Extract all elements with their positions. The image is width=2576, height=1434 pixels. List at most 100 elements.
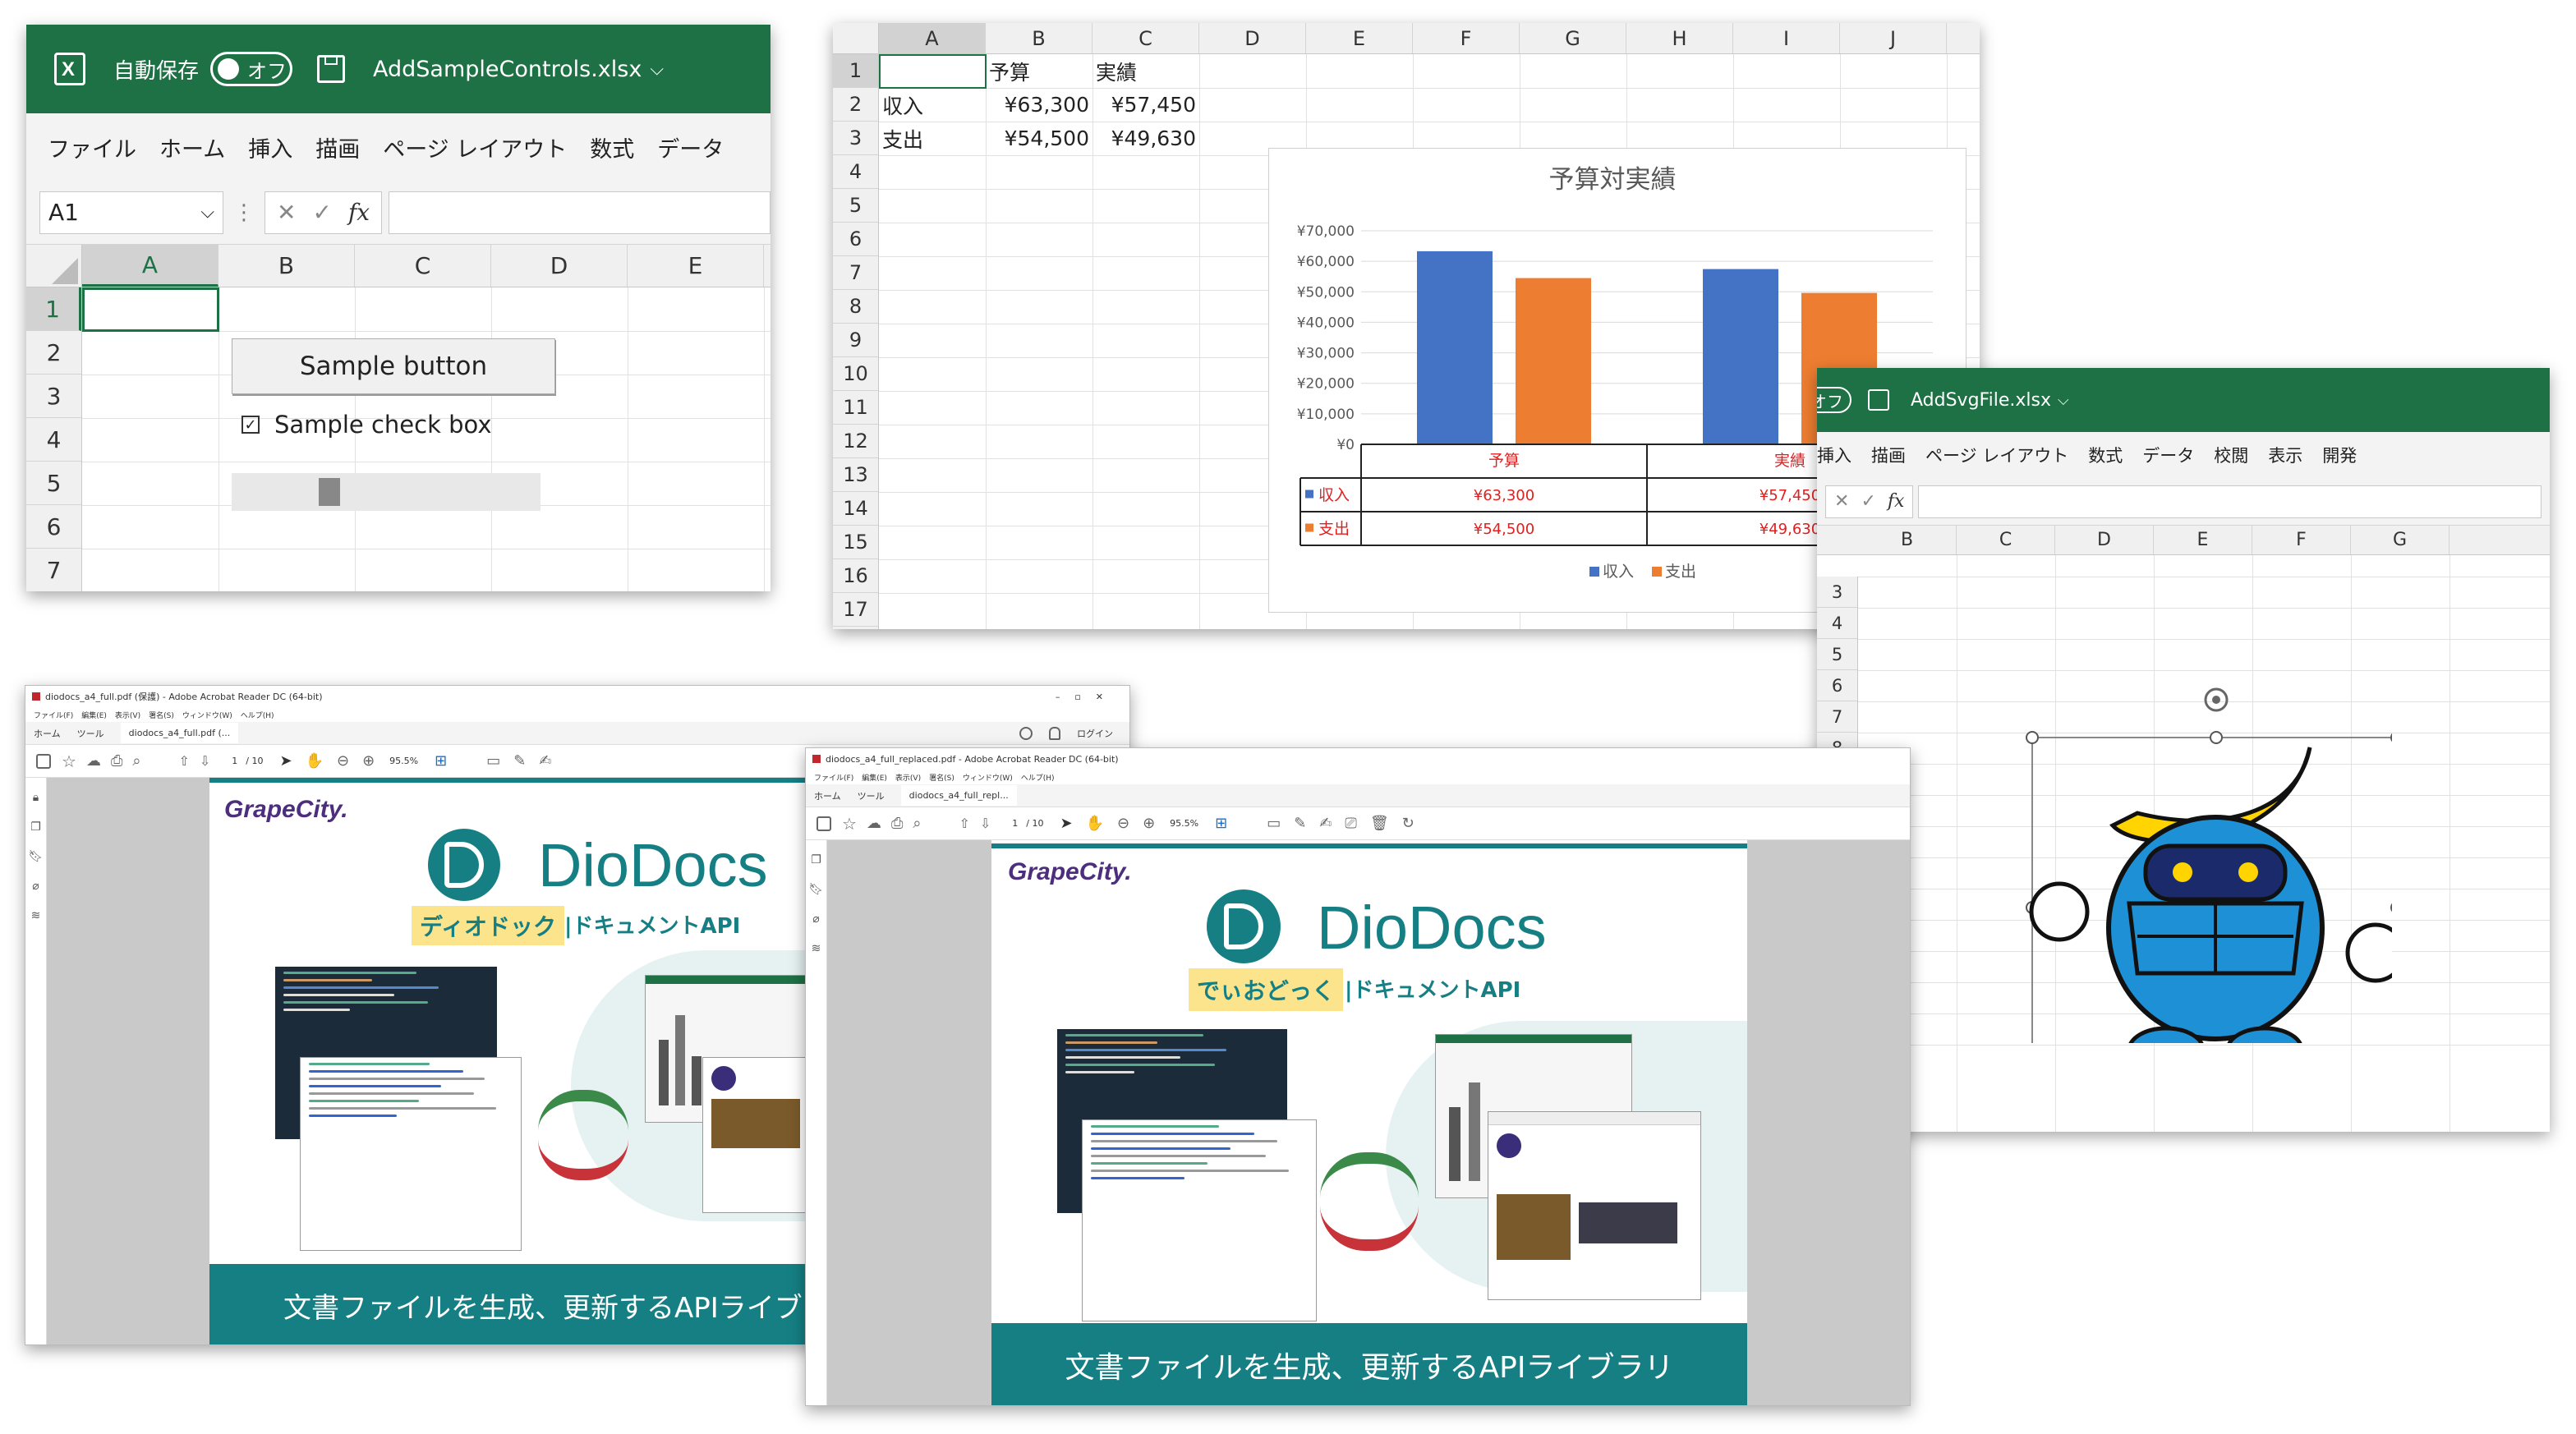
tab-insert[interactable]: 挿入 [248, 131, 292, 163]
function-icon[interactable]: fx [348, 199, 370, 226]
save-icon[interactable] [1868, 389, 1889, 411]
sign-icon[interactable]: ✍ [1319, 815, 1332, 832]
tab-formulas[interactable]: 数式 [590, 131, 634, 163]
sign-icon[interactable]: ✍ [539, 752, 551, 770]
column-header-c[interactable]: C [1957, 526, 2055, 554]
cell-a2[interactable]: 収入 [882, 88, 923, 122]
cell-c3[interactable]: ¥49,630 [1092, 122, 1196, 155]
cell-b1[interactable]: 予算 [989, 54, 1030, 88]
row-header-3[interactable]: 3 [26, 375, 81, 418]
tab-review[interactable]: 校閲 [2214, 443, 2248, 467]
pages-icon[interactable]: ❐ [811, 853, 821, 866]
select-all-corner[interactable] [26, 245, 82, 287]
row-header-5[interactable]: 5 [833, 189, 878, 223]
file-name[interactable]: AddSvgFile.xlsx [1911, 390, 2051, 411]
rotate-handle-icon[interactable] [2204, 687, 2229, 712]
cell-c1[interactable]: 実績 [1096, 54, 1137, 88]
row-header-3[interactable]: 3 [833, 122, 878, 155]
column-header-b[interactable]: B [1858, 526, 1957, 554]
row-header-11[interactable]: 11 [833, 391, 878, 425]
column-header-e[interactable]: E [2154, 526, 2252, 554]
tab-data[interactable]: データ [657, 131, 724, 163]
menu-sign[interactable]: 署名(S) [149, 710, 174, 720]
attachment-icon[interactable]: ⌀ [32, 880, 39, 893]
help-icon[interactable] [1019, 726, 1033, 740]
star-icon[interactable]: ☆ [62, 751, 76, 771]
cell-b3[interactable]: ¥54,500 [986, 122, 1089, 155]
cursor-icon[interactable]: ➤ [1060, 815, 1072, 832]
function-icon[interactable]: fx [1888, 491, 1905, 512]
fit-icon[interactable]: ⊞ [1215, 815, 1227, 832]
pen-icon[interactable]: ✎ [1294, 815, 1306, 832]
column-header-b[interactable]: B [218, 245, 355, 287]
row-header-5[interactable]: 5 [26, 462, 81, 505]
column-header-d[interactable]: D [1199, 23, 1306, 53]
attachment-icon[interactable]: ⌀ [812, 912, 819, 926]
stamp-icon[interactable]: ⎚ [1345, 815, 1356, 832]
zoom-level[interactable]: 95.5% [1170, 818, 1198, 829]
zoom-in-icon[interactable]: ⊕ [1143, 815, 1155, 832]
column-header-i[interactable]: I [1733, 23, 1840, 53]
active-cell-a1[interactable] [82, 287, 219, 332]
row-header-1[interactable]: 1 [833, 54, 878, 88]
column-header-g[interactable]: G [2351, 526, 2450, 554]
tab-page-layout[interactable]: ページ レイアウト [1925, 443, 2068, 467]
menu-window[interactable]: ウィンドウ(W) [182, 710, 232, 720]
row-header-2[interactable]: 2 [26, 331, 81, 375]
cursor-icon[interactable]: ➤ [279, 752, 292, 770]
hand-icon[interactable]: ✋ [306, 752, 324, 770]
row-header-3[interactable]: 3 [1817, 577, 1857, 608]
window-controls[interactable]: –▫✕ [1056, 692, 1118, 702]
menu-file[interactable]: ファイル(F) [814, 772, 853, 783]
zoom-level[interactable]: 95.5% [389, 756, 418, 766]
cell-area[interactable]: Sample button ✓ Sample check box [82, 287, 770, 591]
row-header-7[interactable]: 7 [833, 256, 878, 290]
tab-file[interactable]: ファイル [48, 131, 136, 163]
delete-icon[interactable]: 🗑︎ [1370, 815, 1389, 832]
autosave-toggle[interactable]: オフ [1817, 387, 1852, 413]
bookmark-icon[interactable]: 🔖︎ [809, 883, 824, 896]
star-icon[interactable]: ☆ [842, 814, 857, 834]
row-header-6[interactable]: 6 [26, 505, 81, 549]
row-header-13[interactable]: 13 [833, 458, 878, 492]
cell-c2[interactable]: ¥57,450 [1092, 88, 1196, 122]
tab-document[interactable]: diodocs_a4_full_repl... [900, 785, 1017, 806]
tab-data[interactable]: データ [2142, 443, 2194, 467]
row-header-16[interactable]: 16 [833, 559, 878, 593]
row-header-14[interactable]: 14 [833, 492, 878, 526]
pen-icon[interactable]: ✎ [513, 752, 526, 770]
menu-help[interactable]: ヘルプ(H) [1021, 772, 1055, 783]
row-header-4[interactable]: 4 [26, 418, 81, 462]
check-icon[interactable]: ✓ [1861, 491, 1875, 512]
tab-draw[interactable]: 描画 [315, 131, 360, 163]
sample-scrollbar[interactable] [232, 473, 540, 511]
column-header-a[interactable]: A [879, 23, 986, 53]
formula-input[interactable] [1918, 485, 2542, 518]
page-number-input[interactable]: 1 [232, 756, 237, 766]
tab-draw[interactable]: 描画 [1871, 443, 1906, 467]
name-box[interactable]: A1 ⌵ [39, 191, 223, 234]
menu-view[interactable]: 表示(V) [895, 772, 921, 783]
save-icon[interactable] [816, 816, 831, 831]
samurai-mascot-picture[interactable] [2014, 657, 2392, 1043]
layers-icon[interactable]: ≋ [812, 942, 821, 955]
print-icon[interactable]: ⎙ [111, 752, 122, 770]
page-number-input[interactable]: 1 [1012, 818, 1018, 829]
row-header-4[interactable]: 4 [833, 155, 878, 189]
row-header-15[interactable]: 15 [833, 526, 878, 559]
file-name[interactable]: AddSampleControls.xlsx [373, 57, 642, 82]
pages-icon[interactable]: ❐ [30, 820, 41, 834]
column-header-f[interactable]: F [1413, 23, 1520, 53]
row-header-7[interactable]: 7 [26, 549, 81, 591]
row-header-17[interactable]: 17 [833, 593, 878, 627]
menu-help[interactable]: ヘルプ(H) [241, 710, 274, 720]
column-header-d[interactable]: D [2055, 526, 2154, 554]
zoom-in-icon[interactable]: ⊕ [362, 752, 375, 770]
column-header-g[interactable]: G [1520, 23, 1626, 53]
hand-icon[interactable]: ✋ [1086, 815, 1104, 832]
comment-icon[interactable]: ▭ [1267, 815, 1281, 832]
save-icon[interactable] [36, 753, 51, 769]
menu-edit[interactable]: 編集(E) [81, 710, 107, 720]
select-all-corner[interactable] [833, 23, 879, 54]
chevron-down-icon[interactable]: ⌵ [200, 202, 214, 223]
